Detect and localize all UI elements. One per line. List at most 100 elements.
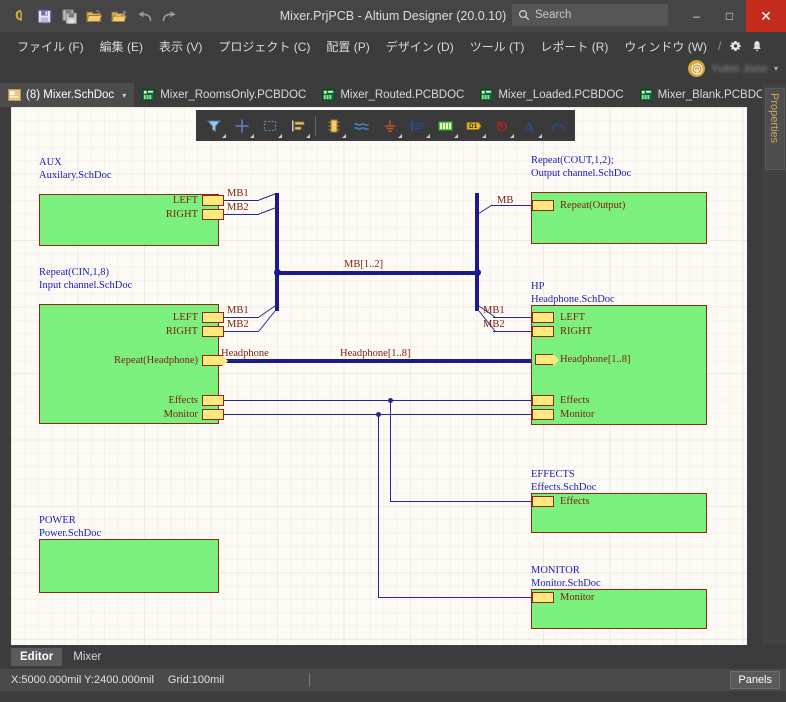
tab-label: Mixer_Blank.PCBDOC xyxy=(657,89,774,101)
new-project-icon[interactable] xyxy=(108,5,130,27)
tab-editor[interactable]: Editor xyxy=(11,648,63,666)
menu-design[interactable]: デザイン (D) xyxy=(379,35,461,58)
tab-mixer-loaded[interactable]: Mixer_Loaded.PCBDOC xyxy=(472,83,631,107)
schematic-canvas[interactable]: AUX Auxilary.SchDoc LEFT RIGHT Repeat(CI… xyxy=(11,107,747,645)
tab-mixer-blank[interactable]: Mixer_Blank.PCBDOC xyxy=(632,83,782,107)
menu-project[interactable]: プロジェクト (C) xyxy=(211,35,317,58)
chevron-down-icon[interactable]: ▾ xyxy=(122,91,126,100)
place-net-label-icon[interactable]: ııı xyxy=(404,113,431,139)
port-monitor-in[interactable] xyxy=(532,592,554,603)
bell-icon[interactable] xyxy=(747,36,767,56)
panels-button[interactable]: Panels xyxy=(730,671,780,689)
sheet-file-monitor: Monitor.SchDoc xyxy=(531,578,601,589)
redo-icon[interactable] xyxy=(158,5,180,27)
sheet-symbol-effects[interactable] xyxy=(531,493,707,533)
menu-place[interactable]: 配置 (P) xyxy=(319,35,376,58)
port-cin-effects[interactable] xyxy=(202,395,224,406)
menu-tools[interactable]: ツール (T) xyxy=(463,35,532,58)
port-hp-right[interactable] xyxy=(532,326,554,337)
port-hp-headphone-bus[interactable] xyxy=(535,354,560,366)
port-label-cin-effects: Effects xyxy=(168,395,198,406)
port-label-hp-headphone: Headphone[1..8] xyxy=(560,354,631,365)
menu-edit[interactable]: 編集 (E) xyxy=(93,35,150,58)
port-effects-in[interactable] xyxy=(532,496,554,507)
save-icon[interactable] xyxy=(33,5,55,27)
port-aux-left[interactable] xyxy=(202,195,224,206)
port-label-aux-left: LEFT xyxy=(172,195,198,206)
minimize-button[interactable]: – xyxy=(680,0,713,32)
open-folder-icon[interactable] xyxy=(83,5,105,27)
altium-logo-icon[interactable] xyxy=(8,5,30,27)
no-erc-icon[interactable] xyxy=(488,113,515,139)
net-label-mb2-aux: MB2 xyxy=(227,202,249,213)
search-icon xyxy=(518,9,530,21)
menu-view[interactable]: 表示 (V) xyxy=(152,35,209,58)
svg-text:D1: D1 xyxy=(469,123,478,130)
sheet-symbol-monitor[interactable] xyxy=(531,589,707,629)
sheet-name-effects: EFFECTS xyxy=(531,469,575,480)
save-all-icon[interactable] xyxy=(58,5,80,27)
bus-junction-left xyxy=(274,269,281,276)
filter-icon[interactable] xyxy=(200,113,227,139)
area-select-icon[interactable] xyxy=(256,113,283,139)
avatar xyxy=(688,60,706,77)
close-button[interactable]: ✕ xyxy=(746,0,786,32)
net-label-mb1-cin: MB1 xyxy=(227,305,249,316)
port-label-cin-monitor: Monitor xyxy=(163,409,198,420)
place-text-icon[interactable]: A xyxy=(516,113,543,139)
port-cin-left[interactable] xyxy=(202,312,224,323)
wire-hp-right xyxy=(493,331,531,332)
port-cout-repeat-output[interactable] xyxy=(532,200,554,211)
port-label-monitor: Monitor xyxy=(560,592,595,603)
place-port-icon[interactable]: D1 xyxy=(460,113,487,139)
menu-reports[interactable]: レポート (R) xyxy=(533,35,615,58)
net-label-mb2-cin: MB2 xyxy=(227,319,249,330)
junction-monitor xyxy=(376,412,381,417)
menu-file[interactable]: ファイル (F) xyxy=(10,35,91,58)
place-arc-icon[interactable] xyxy=(544,113,571,139)
account-menu[interactable]: Yukio Jono ▾ xyxy=(688,60,778,77)
menu-window[interactable]: ウィンドウ (W) xyxy=(617,35,714,58)
net-label-headphone-bus: Headphone[1..8] xyxy=(340,348,411,359)
schematic-active-bar: ııı D1 A xyxy=(196,110,575,141)
sheet-symbol-power[interactable] xyxy=(39,539,219,593)
port-hp-left[interactable] xyxy=(532,312,554,323)
undo-icon[interactable] xyxy=(133,5,155,27)
search-input[interactable]: Search xyxy=(512,4,668,26)
net-label-mb-bus: MB[1..2] xyxy=(344,259,384,270)
chevron-down-icon: ▾ xyxy=(773,64,778,73)
port-label-hp-left: LEFT xyxy=(560,312,586,323)
port-hp-effects[interactable] xyxy=(532,395,554,406)
place-part-icon[interactable] xyxy=(320,113,347,139)
tab-mixer-schdoc[interactable]: (8) Mixer.SchDoc ▾ xyxy=(0,83,135,107)
window-bottom-edge xyxy=(0,691,786,702)
toolbar-divider xyxy=(315,115,316,136)
port-label-cin-repeat-headphone: Repeat(Headphone) xyxy=(114,355,198,366)
port-cin-right[interactable] xyxy=(202,326,224,337)
document-tab-bar: (8) Mixer.SchDoc ▾ Mixer_RoomsOnly.PCBDO… xyxy=(0,83,786,107)
properties-panel-tab[interactable]: Properties xyxy=(765,88,785,170)
port-label-hp-effects: Effects xyxy=(560,395,590,406)
wire-aux-right-diag xyxy=(257,207,279,223)
maximize-glyph: □ xyxy=(725,9,734,23)
place-wire-icon[interactable] xyxy=(348,113,375,139)
sheet-name-monitor: MONITOR xyxy=(531,565,580,576)
maximize-button[interactable]: □ xyxy=(713,0,746,32)
tab-mixer[interactable]: Mixer xyxy=(64,648,110,666)
port-aux-right[interactable] xyxy=(202,209,224,220)
wire-effects-branch xyxy=(390,501,531,502)
status-grid: Grid:100mil xyxy=(167,674,225,686)
properties-panel-strip: Properties xyxy=(762,84,786,644)
port-hp-monitor[interactable] xyxy=(532,409,554,420)
place-gnd-icon[interactable] xyxy=(376,113,403,139)
place-bus-icon[interactable] xyxy=(432,113,459,139)
align-left-icon[interactable] xyxy=(284,113,311,139)
sheet-file-aux: Auxilary.SchDoc xyxy=(39,170,112,181)
tab-mixer-routed[interactable]: Mixer_Routed.PCBDOC xyxy=(314,83,472,107)
port-cin-repeat-headphone[interactable] xyxy=(202,355,229,367)
pcb-doc-icon xyxy=(142,89,156,101)
port-cin-monitor[interactable] xyxy=(202,409,224,420)
crosshair-place-icon[interactable] xyxy=(228,113,255,139)
tab-mixer-roomsonly[interactable]: Mixer_RoomsOnly.PCBDOC xyxy=(134,83,314,107)
gear-icon[interactable] xyxy=(725,36,745,56)
